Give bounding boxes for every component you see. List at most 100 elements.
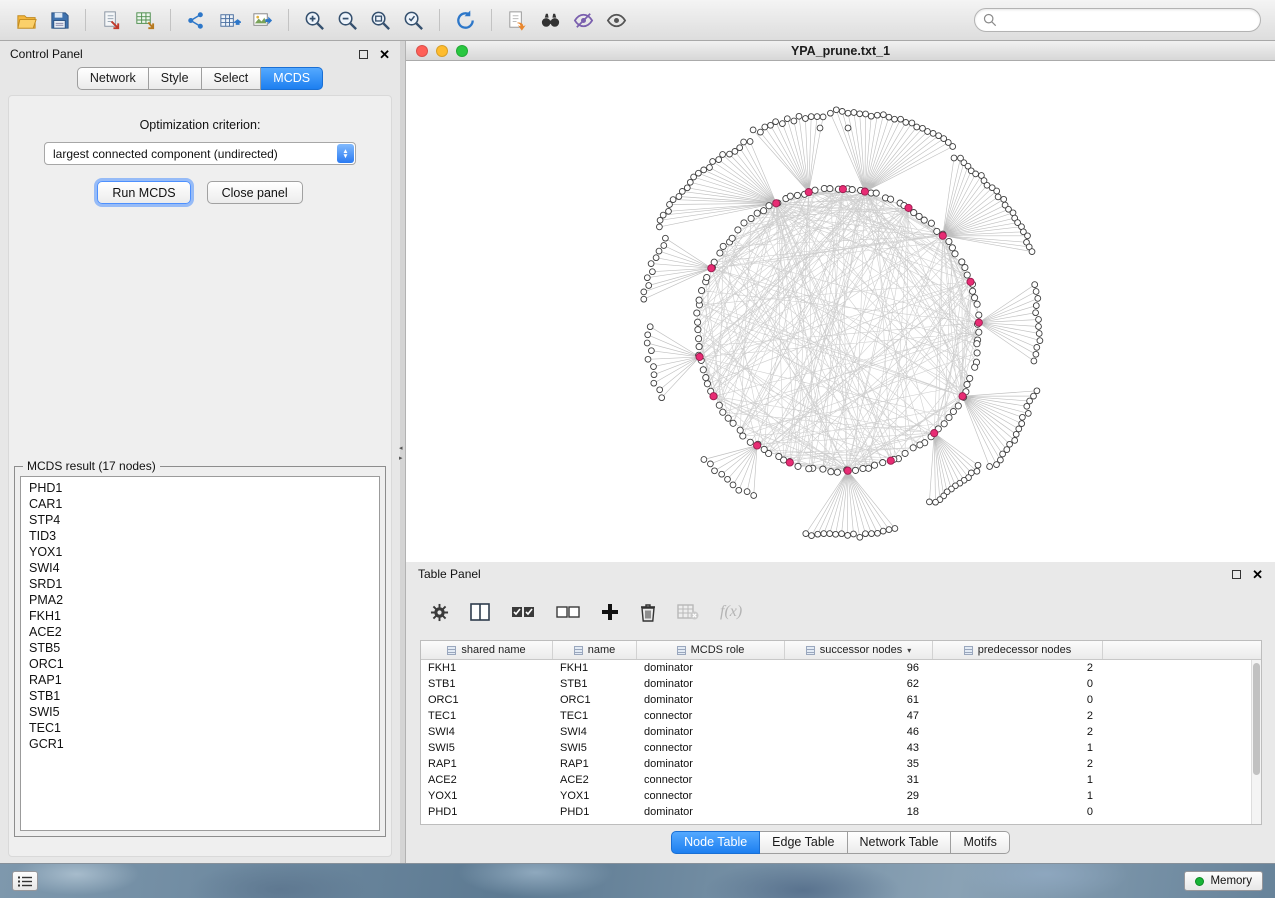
refresh-layout-icon[interactable]: [449, 5, 482, 35]
network-window: YPA_prune.txt_1: [406, 41, 1275, 562]
mcds-result-item[interactable]: CAR1: [21, 496, 379, 512]
tab-style[interactable]: Style: [149, 67, 202, 90]
table-cell: 43: [785, 740, 933, 756]
memory-button[interactable]: Memory: [1184, 871, 1263, 891]
mcds-result-item[interactable]: TID3: [21, 528, 379, 544]
mcds-result-item[interactable]: PMA2: [21, 592, 379, 608]
memory-status-icon: [1195, 877, 1204, 886]
tab-mcds[interactable]: MCDS: [261, 67, 323, 90]
import-network-from-file-icon[interactable]: [95, 5, 128, 35]
table-row[interactable]: STB1STB1dominator620: [421, 676, 1251, 692]
table-tab-network-table[interactable]: Network Table: [848, 831, 952, 854]
table-cell: FKH1: [421, 660, 553, 676]
search-input[interactable]: [1003, 13, 1252, 27]
mcds-result-item[interactable]: PHD1: [21, 480, 379, 496]
column-type-icon: [806, 646, 815, 655]
mcds-result-item[interactable]: STP4: [21, 512, 379, 528]
mcds-result-item[interactable]: SWI5: [21, 704, 379, 720]
table-row[interactable]: YOX1YOX1connector291: [421, 788, 1251, 804]
mcds-result-item[interactable]: ORC1: [21, 656, 379, 672]
table-row[interactable]: SWI5SWI5connector431: [421, 740, 1251, 756]
column-header-name[interactable]: name: [553, 641, 637, 659]
toolbar-separator: [170, 9, 171, 31]
export-table-icon[interactable]: [213, 5, 246, 35]
mcds-result-item[interactable]: STB1: [21, 688, 379, 704]
column-header-MCDS-role[interactable]: MCDS role: [637, 641, 785, 659]
criterion-dropdown[interactable]: largest connected component (undirected)…: [44, 142, 356, 165]
import-table-from-file-icon[interactable]: [128, 5, 161, 35]
mcds-result-item[interactable]: STB5: [21, 640, 379, 656]
toolbar-separator: [85, 9, 86, 31]
maximize-window-icon[interactable]: [456, 45, 468, 57]
table-tab-node-table[interactable]: Node Table: [671, 831, 760, 854]
table-row[interactable]: PHD1PHD1dominator180: [421, 804, 1251, 820]
zoom-fit-icon[interactable]: [364, 5, 397, 35]
mcds-result-item[interactable]: SRD1: [21, 576, 379, 592]
zoom-out-icon[interactable]: [331, 5, 364, 35]
scrollbar-thumb[interactable]: [1253, 663, 1260, 775]
float-table-panel-icon[interactable]: [1232, 570, 1241, 579]
float-panel-icon[interactable]: [359, 50, 368, 59]
minimize-window-icon[interactable]: [436, 45, 448, 57]
table-cell: connector: [637, 740, 785, 756]
open-file-icon[interactable]: [10, 5, 43, 35]
zoom-in-icon[interactable]: [298, 5, 331, 35]
show-panels-menu-button[interactable]: [12, 871, 38, 891]
table-cell: RAP1: [421, 756, 553, 772]
run-mcds-button[interactable]: Run MCDS: [97, 181, 190, 204]
export-image-icon[interactable]: [246, 5, 279, 35]
mcds-result-item[interactable]: YOX1: [21, 544, 379, 560]
mcds-result-item[interactable]: FKH1: [21, 608, 379, 624]
tab-network[interactable]: Network: [77, 67, 149, 90]
close-window-icon[interactable]: [416, 45, 428, 57]
export-network-icon[interactable]: [180, 5, 213, 35]
hide-selected-icon[interactable]: [567, 5, 600, 35]
close-panel-button[interactable]: Close panel: [207, 181, 303, 204]
table-tab-edge-table[interactable]: Edge Table: [760, 831, 847, 854]
mcds-result-item[interactable]: GCR1: [21, 736, 379, 752]
create-column-plus-icon[interactable]: [601, 603, 619, 621]
open-in-browser-icon[interactable]: [501, 5, 534, 35]
column-header-successor-nodes[interactable]: successor nodes▾: [785, 641, 933, 659]
table-row[interactable]: FKH1FKH1dominator962: [421, 660, 1251, 676]
global-search[interactable]: [974, 8, 1261, 32]
memory-button-label: Memory: [1210, 875, 1252, 887]
mcds-result-item[interactable]: SWI4: [21, 560, 379, 576]
function-builder-icon-disabled[interactable]: f(x): [720, 603, 742, 621]
show-all-icon[interactable]: [600, 5, 633, 35]
table-row[interactable]: TEC1TEC1connector472: [421, 708, 1251, 724]
table-settings-gear-icon[interactable]: [430, 603, 449, 622]
table-tab-motifs[interactable]: Motifs: [951, 831, 1009, 854]
delete-table-icon-disabled[interactable]: [677, 604, 699, 620]
sort-chevron-icon[interactable]: ▾: [907, 646, 911, 655]
mcds-result-item[interactable]: TEC1: [21, 720, 379, 736]
table-cell: dominator: [637, 676, 785, 692]
control-panel-header: Control Panel ✕: [0, 41, 400, 67]
show-column-panel-icon[interactable]: [470, 603, 490, 621]
tab-select[interactable]: Select: [202, 67, 262, 90]
table-row[interactable]: ORC1ORC1dominator610: [421, 692, 1251, 708]
mcds-result-item[interactable]: ACE2: [21, 624, 379, 640]
zoom-selected-icon[interactable]: [397, 5, 430, 35]
search-network-icon[interactable]: [534, 5, 567, 35]
delete-column-trash-icon[interactable]: [640, 603, 656, 622]
table-cell: 0: [933, 676, 1103, 692]
expand-right-icon[interactable]: ▸: [399, 455, 403, 462]
mcds-result-item[interactable]: RAP1: [21, 672, 379, 688]
close-table-panel-icon[interactable]: ✕: [1252, 568, 1263, 581]
table-row[interactable]: ACE2ACE2connector311: [421, 772, 1251, 788]
criterion-selected-value: largest connected component (undirected): [53, 147, 278, 161]
search-icon: [983, 13, 997, 27]
table-row[interactable]: RAP1RAP1dominator352: [421, 756, 1251, 772]
table-row[interactable]: SWI4SWI4dominator462: [421, 724, 1251, 740]
save-session-icon[interactable]: [43, 5, 76, 35]
collapse-left-icon[interactable]: ◂: [399, 445, 403, 452]
close-panel-icon[interactable]: ✕: [379, 48, 390, 61]
table-scrollbar[interactable]: [1251, 660, 1261, 824]
select-all-rows-icon[interactable]: [511, 605, 535, 619]
network-window-titlebar[interactable]: YPA_prune.txt_1: [406, 41, 1275, 61]
column-header-predecessor-nodes[interactable]: predecessor nodes: [933, 641, 1103, 659]
deselect-all-rows-icon[interactable]: [556, 605, 580, 619]
column-header-shared-name[interactable]: shared name: [421, 641, 553, 659]
network-view[interactable]: [406, 61, 1275, 562]
